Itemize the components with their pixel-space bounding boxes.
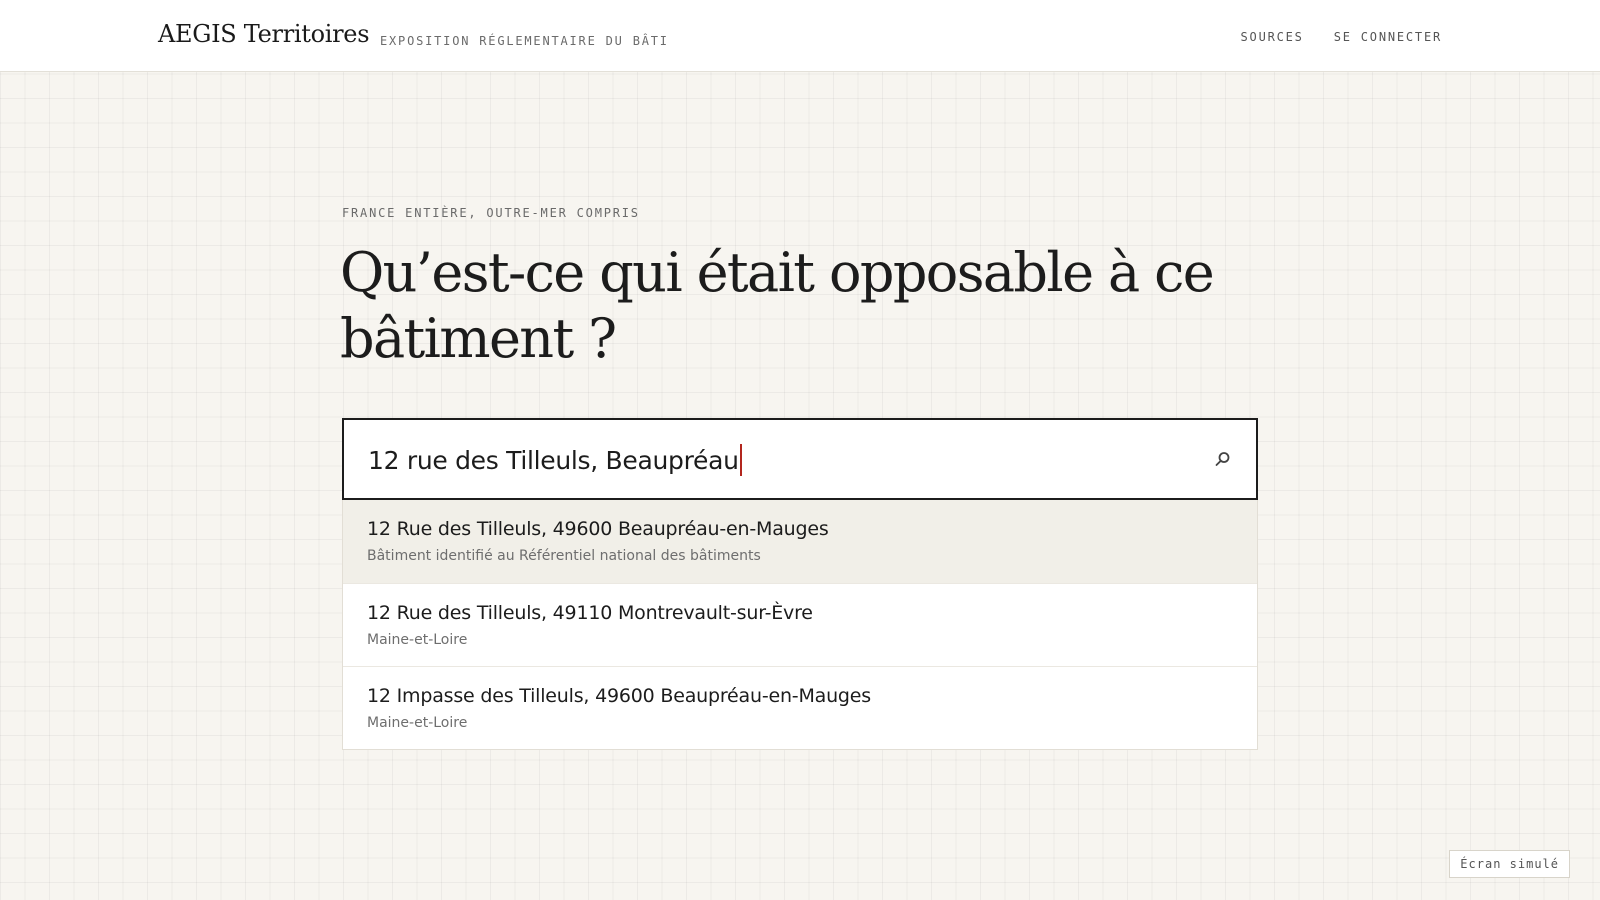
top-bar: AEGIS Territoires EXPOSITION RÉGLEMENTAI… [0, 0, 1600, 72]
suggestion-detail: Maine-et-Loire [367, 715, 468, 731]
suggestion-item[interactable]: 12 Rue des Tilleuls, 49600 Beaupréau-en-… [343, 500, 1257, 583]
search-input[interactable]: 12 rue des Tilleuls, Beaupréau [368, 444, 742, 476]
page-title: Qu’est-ce qui était opposable à ce bâtim… [340, 241, 1215, 370]
search-icon[interactable] [1214, 450, 1232, 468]
nav-sources-link[interactable]: SOURCES [1241, 30, 1304, 44]
suggestion-detail: Bâtiment identifié au Référentiel nation… [367, 548, 761, 564]
suggestion-address: 12 Impasse des Tilleuls, 49600 Beaupréau… [367, 685, 871, 707]
suggestion-item[interactable]: 12 Impasse des Tilleuls, 49600 Beaupréau… [343, 666, 1257, 749]
suggestion-detail: Maine-et-Loire [367, 632, 468, 648]
suggestion-address: 12 Rue des Tilleuls, 49110 Montrevault-s… [367, 602, 813, 624]
address-search-box[interactable]: 12 rue des Tilleuls, Beaupréau [342, 418, 1258, 500]
brand-logo[interactable]: AEGIS Territoires [158, 20, 370, 48]
suggestion-address: 12 Rue des Tilleuls, 49600 Beaupréau-en-… [367, 518, 829, 540]
nav-login-link[interactable]: SE CONNECTER [1334, 30, 1442, 44]
top-nav: SOURCES SE CONNECTER [1241, 30, 1442, 44]
hero-eyebrow: FRANCE ENTIÈRE, OUTRE-MER COMPRIS [342, 206, 640, 220]
text-caret [739, 444, 742, 476]
suggestion-item[interactable]: 12 Rue des Tilleuls, 49110 Montrevault-s… [343, 583, 1257, 666]
simulated-screen-badge: Écran simulé [1449, 850, 1570, 878]
brand-tagline: EXPOSITION RÉGLEMENTAIRE DU BÂTI [380, 34, 669, 48]
suggestion-list: 12 Rue des Tilleuls, 49600 Beaupréau-en-… [342, 500, 1258, 750]
search-input-value: 12 rue des Tilleuls, Beaupréau [368, 445, 739, 475]
